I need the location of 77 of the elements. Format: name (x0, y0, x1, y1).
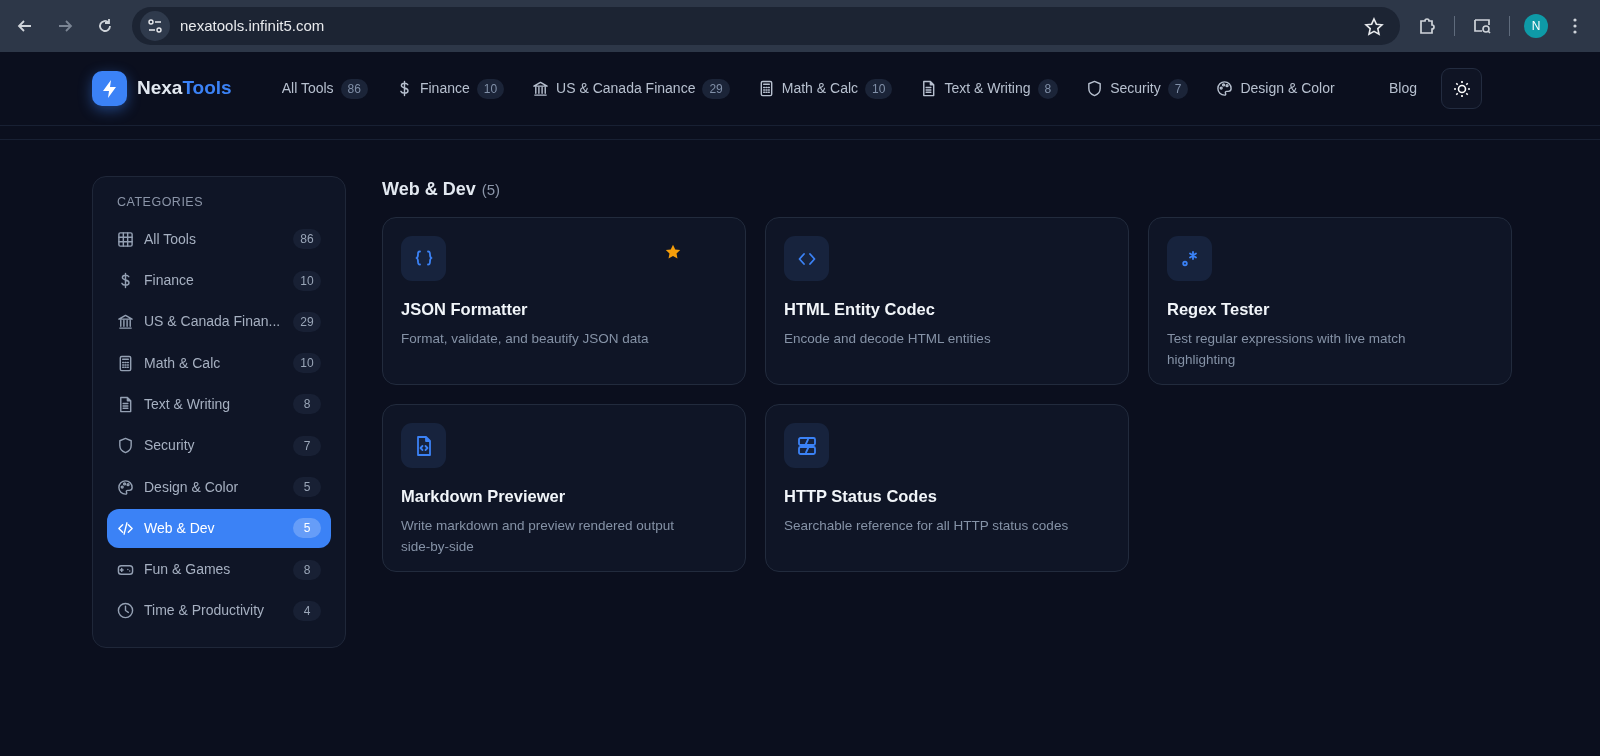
count-badge: 4 (293, 600, 321, 621)
tool-card[interactable]: Markdown Previewer Write markdown and preview rendered output side-by-side (382, 404, 746, 572)
sidebar-item[interactable]: US & Canada Finan... 29 (107, 302, 331, 342)
count-badge: 5 (293, 477, 321, 498)
sidebar-item[interactable]: Fun & Games 8 (107, 549, 331, 590)
palette-icon (117, 478, 134, 496)
tool-card[interactable]: HTTP Status Codes Searchable reference for all HTTP status codes (765, 404, 1129, 572)
nav-link[interactable]: Text & Writing (944, 78, 1031, 99)
count-badge: 10 (293, 270, 321, 291)
sidebar-item[interactable]: Text & Writing 8 (107, 384, 331, 425)
tool-card[interactable]: Regex Tester Test regular expressions with live match highlighting (1148, 217, 1512, 385)
nav-link[interactable]: Security (1110, 78, 1161, 99)
code-icon (784, 236, 829, 281)
count-badge: 29 (702, 78, 730, 99)
count-badge: 7 (293, 435, 321, 456)
tool-name: HTTP Status Codes (784, 486, 938, 507)
grid-icon (117, 230, 134, 248)
palette-icon (1216, 80, 1234, 97)
calculator-icon (117, 354, 134, 372)
document-icon (117, 396, 134, 413)
braces-icon (401, 236, 446, 281)
count-badge: 86 (340, 78, 368, 99)
tool-name: JSON Formatter (401, 299, 529, 320)
count-badge: 10 (293, 353, 321, 374)
section-title: Web & Dev (382, 179, 476, 199)
sidebar-item[interactable]: Math & Calc 10 (107, 343, 331, 383)
address-bar[interactable]: nexatools.infinit5.com (132, 7, 1400, 45)
nav-link[interactable]: All Tools (281, 78, 334, 99)
code-file-icon (401, 423, 446, 468)
sidebar-item[interactable]: Finance 10 (107, 260, 331, 301)
section-count: (5) (481, 181, 501, 198)
code-icon (117, 519, 134, 537)
count-badge: 86 (293, 229, 321, 250)
tool-description: Format, validate, and beautify JSON data (401, 329, 650, 348)
count-badge: 29 (293, 311, 321, 332)
bookmark-star-icon[interactable] (1364, 15, 1384, 37)
tool-card[interactable]: HTML Entity Codec Encode and decode HTML entities (765, 217, 1129, 385)
logo-icon[interactable] (92, 71, 127, 106)
tool-name: Markdown Previewer (401, 486, 567, 507)
count-badge: 8 (293, 394, 321, 415)
sun-icon (1452, 79, 1471, 98)
count-badge: 10 (865, 78, 893, 99)
count-badge: 8 (1037, 78, 1059, 99)
sidebar-item[interactable]: Web & Dev 5 (107, 508, 331, 549)
nav-link[interactable]: US & Canada Finance (556, 78, 696, 99)
sidebar-item[interactable]: Time & Productivity 4 (107, 591, 331, 631)
blog-link[interactable]: Blog (1388, 78, 1417, 99)
status-icon (784, 423, 829, 468)
tool-description: Test regular expressions with live match highlighting (1167, 329, 1407, 370)
count-badge: 7 (1167, 78, 1189, 99)
nav-link[interactable]: Finance (419, 78, 470, 99)
count-badge: 5 (293, 518, 321, 539)
shield-icon (1086, 80, 1104, 97)
bank-icon (117, 313, 134, 331)
tool-description: Write markdown and preview rendered output side-by-side (401, 516, 675, 557)
nav-link[interactable]: Math & Calc (781, 78, 859, 99)
tool-description: Searchable reference for all HTTP status codes (784, 516, 1070, 535)
favorite-star-icon[interactable] (665, 244, 681, 260)
count-badge: 10 (476, 78, 505, 99)
shield-icon (117, 437, 134, 455)
tool-description: Encode and decode HTML entities (784, 329, 992, 348)
categories-heading: CATEGORIES (116, 194, 205, 211)
sidebar-item[interactable]: Design & Color 5 (107, 467, 331, 507)
theme-toggle-button[interactable] (1441, 68, 1482, 109)
clock-icon (117, 602, 134, 620)
brand-name[interactable]: NexaTools (137, 74, 232, 103)
sidebar-item[interactable]: Security 7 (107, 426, 331, 466)
sidebar-item[interactable]: All Tools 86 (107, 219, 331, 260)
site-settings-icon[interactable] (140, 11, 170, 41)
url-text: nexatools.infinit5.com (180, 15, 325, 36)
tool-name: Regex Tester (1167, 299, 1271, 320)
nav-link[interactable]: Design & Color (1240, 78, 1335, 99)
tool-name: HTML Entity Codec (784, 299, 936, 320)
count-badge: 8 (293, 559, 321, 580)
bank-icon (532, 80, 550, 97)
tool-card[interactable]: JSON Formatter Format, validate, and beautify JSON data (382, 217, 746, 385)
regex-icon (1167, 236, 1212, 281)
